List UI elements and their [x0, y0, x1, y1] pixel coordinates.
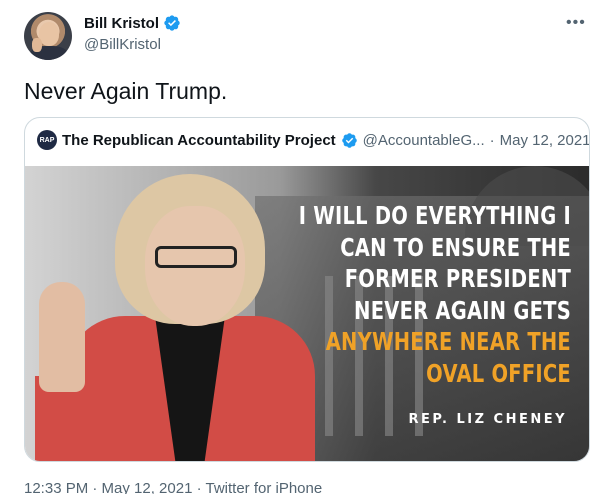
- quoted-tweet-header: RAP The Republican Accountability Projec…: [37, 130, 589, 150]
- header-separator: ·: [489, 131, 495, 149]
- author-avatar[interactable]: [24, 12, 72, 60]
- quote-line-highlight: ANYWHERE NEAR THE: [325, 327, 571, 356]
- quoted-author-handle[interactable]: @AccountableG...: [363, 132, 485, 149]
- quoted-tweet-date[interactable]: May 12, 2021: [500, 132, 589, 149]
- photo-of-speaker: [25, 166, 325, 461]
- quoted-tweet-image[interactable]: I WILL DO EVERYTHING I CAN TO ENSURE THE…: [25, 166, 589, 461]
- quoted-avatar-logo: RAP: [39, 136, 55, 144]
- quoted-author-avatar[interactable]: RAP: [37, 130, 57, 150]
- image-quote-text: I WILL DO EVERYTHING I CAN TO ENSURE THE…: [299, 200, 571, 389]
- verified-badge-icon: [164, 15, 180, 31]
- verified-badge-icon: [341, 132, 357, 148]
- author-handle[interactable]: @BillKristol: [84, 36, 161, 53]
- tweet-text: Never Again Trump.: [24, 78, 228, 104]
- tweet-timestamp-source[interactable]: 12:33 PM · May 12, 2021 · Twitter for iP…: [24, 480, 322, 494]
- quote-line: NEVER AGAIN GETS: [354, 295, 571, 325]
- quoted-tweet-card[interactable]: RAP The Republican Accountability Projec…: [24, 117, 590, 462]
- author-display-name[interactable]: Bill Kristol: [84, 15, 159, 32]
- author-name-row: Bill Kristol: [84, 14, 181, 32]
- quote-line: CAN TO ENSURE THE: [340, 232, 571, 262]
- quote-line-highlight: OVAL OFFICE: [426, 358, 571, 388]
- ellipsis-icon[interactable]: •••: [566, 14, 586, 32]
- quoted-author-display-name[interactable]: The Republican Accountability Project: [62, 132, 336, 149]
- quote-line: I WILL DO EVERYTHING I: [298, 201, 571, 230]
- quote-attribution: REP. LIZ CHENEY: [408, 412, 567, 427]
- quote-line: FORMER PRESIDENT: [344, 264, 571, 293]
